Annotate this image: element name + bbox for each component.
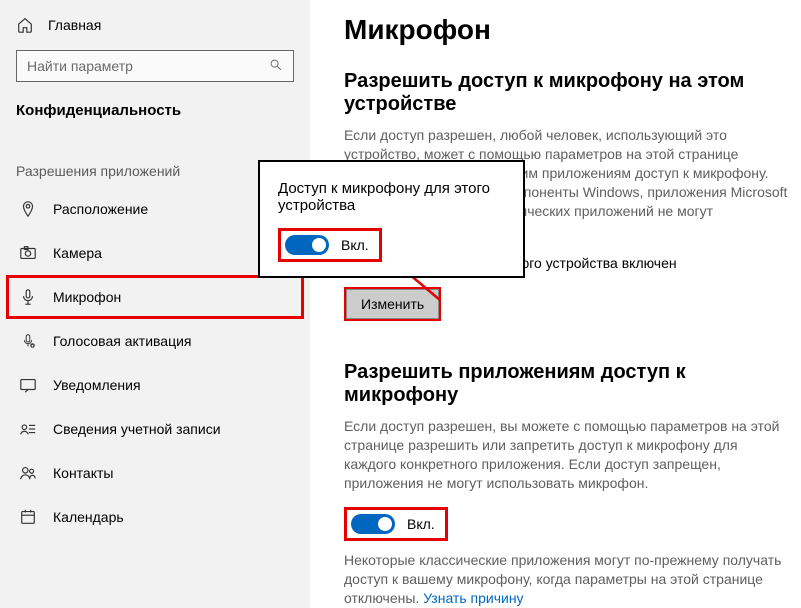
contacts-icon (19, 464, 37, 482)
device-access-popup: Доступ к микрофону для этого устройства … (258, 160, 525, 278)
search-icon (269, 58, 283, 75)
home-icon (16, 16, 34, 34)
section-body-app-access: Если доступ разрешен, вы можете с помощь… (344, 417, 791, 493)
sidebar-item-label: Уведомления (53, 377, 141, 393)
sidebar-item-notifications[interactable]: Уведомления (0, 363, 310, 407)
sidebar-item-account-info[interactable]: Сведения учетной записи (0, 407, 310, 451)
app-access-note-text: Некоторые классические приложения могут … (344, 552, 781, 606)
sidebar-item-label: Календарь (53, 509, 124, 525)
sidebar-group-title: Конфиденциальность (0, 96, 310, 133)
popup-title: Доступ к микрофону для этого устройства (278, 180, 505, 214)
microphone-icon (19, 288, 37, 306)
calendar-icon (19, 508, 37, 526)
account-info-icon (19, 420, 37, 438)
app-access-toggle-highlight: Вкл. (344, 507, 448, 541)
device-access-toggle-label: Вкл. (341, 237, 369, 253)
sidebar-item-label: Голосовая активация (53, 333, 192, 349)
sidebar-item-label: Расположение (53, 201, 148, 217)
app-access-toggle[interactable] (351, 514, 395, 534)
sidebar-home-label: Главная (48, 17, 101, 33)
notifications-icon (19, 376, 37, 394)
sidebar-item-calendar[interactable]: Календарь (0, 495, 310, 539)
section-heading-app-access: Разрешить приложениям доступ к микрофону (344, 361, 791, 407)
search-input[interactable] (27, 58, 269, 74)
app-access-note: Некоторые классические приложения могут … (344, 551, 791, 608)
sidebar: Главная Конфиденциальность Разрешения пр… (0, 0, 310, 608)
main-pane: Микрофон Разрешить доступ к микрофону на… (310, 0, 801, 608)
learn-why-link[interactable]: Узнать причину (423, 590, 523, 606)
search-input-container[interactable] (16, 50, 294, 82)
sidebar-item-label: Микрофон (53, 289, 121, 305)
sidebar-item-label: Сведения учетной записи (53, 421, 221, 437)
change-button-highlight: Изменить (344, 287, 441, 321)
camera-icon (19, 244, 37, 262)
change-button[interactable]: Изменить (346, 289, 439, 319)
section-heading-device-access: Разрешить доступ к микрофону на этом уст… (344, 70, 791, 116)
sidebar-item-voice-activation[interactable]: Голосовая активация (0, 319, 310, 363)
sidebar-home[interactable]: Главная (0, 16, 310, 50)
location-icon (19, 200, 37, 218)
sidebar-item-label: Контакты (53, 465, 113, 481)
app-access-toggle-label: Вкл. (407, 516, 435, 532)
sidebar-item-contacts[interactable]: Контакты (0, 451, 310, 495)
page-title: Микрофон (344, 14, 791, 46)
device-access-toggle[interactable] (285, 235, 329, 255)
sidebar-item-microphone[interactable]: Микрофон (6, 275, 304, 319)
popup-toggle-highlight: Вкл. (278, 228, 382, 262)
sidebar-item-label: Камера (53, 245, 102, 261)
voice-activation-icon (19, 332, 37, 350)
